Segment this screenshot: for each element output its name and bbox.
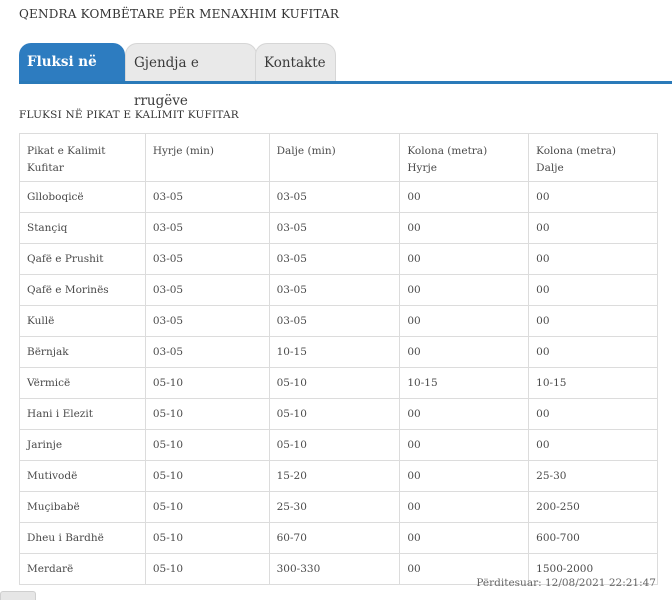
table-cell: 03-05 (268, 305, 401, 337)
border-flux-table: Pikat e Kalimit Kufitar Hyrje (min) Dalje… (19, 133, 658, 585)
table-row: Qafë e Prushit 03-05 03-05 00 00 (19, 243, 658, 275)
header-entry-min: Hyrje (min) (144, 133, 270, 182)
table-cell: 05-10 (268, 367, 401, 399)
table-row: Jarinje 05-10 05-10 00 00 (19, 429, 658, 461)
table-cell: 00 (399, 491, 530, 523)
table-cell: 00 (399, 274, 530, 306)
table-cell: 05-10 (268, 398, 401, 430)
table-cell: 00 (399, 212, 530, 244)
table-row: Dheu i Bardhë 05-10 60-70 00 600-700 (19, 522, 658, 554)
tab-gjendja-e-rrugeve[interactable]: Gjendja e rrugëve (125, 43, 257, 109)
table-cell: Dheu i Bardhë (19, 522, 146, 554)
header-queue-entry: Kolona (metra) Hyrje (399, 133, 530, 182)
table-cell: 00 (399, 460, 530, 492)
table-cell: 00 (399, 336, 530, 368)
table-cell: 00 (528, 398, 658, 430)
table-cell: 00 (399, 522, 530, 554)
table-cell: Vërmicë (19, 367, 146, 399)
section-title: FLUKSI NË PIKAT E KALIMIT KUFITAR (19, 109, 239, 121)
header-exit-min: Dalje (min) (268, 133, 401, 182)
table-cell: 03-05 (144, 305, 270, 337)
table-row: Qafë e Morinës 03-05 03-05 00 00 (19, 274, 658, 306)
tab-underline (19, 81, 672, 84)
table-cell: 03-05 (268, 243, 401, 275)
table-cell: 03-05 (268, 274, 401, 306)
table-cell: 03-05 (144, 243, 270, 275)
page-title: QENDRA KOMBËTARE PËR MENAXHIM KUFITAR (19, 7, 340, 21)
table-cell: 200-250 (528, 491, 658, 523)
table-cell: 03-05 (144, 336, 270, 368)
table-cell: 10-15 (268, 336, 401, 368)
table-cell: 00 (399, 243, 530, 275)
table-row: Muçibabë 05-10 25-30 00 200-250 (19, 491, 658, 523)
tab-bar: Fluksi në kufi Gjendja e rrugëve Kontakt… (19, 43, 672, 109)
table-cell: 600-700 (528, 522, 658, 554)
tab-fluksi-ne-kufi[interactable]: Fluksi në kufi (19, 43, 125, 108)
table-cell: 00 (528, 212, 658, 244)
table-cell: 00 (528, 336, 658, 368)
table-row: Stançiq 03-05 03-05 00 00 (19, 212, 658, 244)
table-cell: Merdarë (19, 553, 146, 585)
table-cell: Mutivodë (19, 460, 146, 492)
table-cell: 25-30 (528, 460, 658, 492)
table-cell: 03-05 (268, 212, 401, 244)
table-cell: 25-30 (268, 491, 401, 523)
last-updated-text: Përditesuar: 12/08/2021 22:21:47 (476, 577, 656, 589)
table-row: Vërmicë 05-10 05-10 10-15 10-15 (19, 367, 658, 399)
table-cell: 03-05 (144, 181, 270, 213)
table-cell: 03-05 (144, 212, 270, 244)
table-cell: Jarinje (19, 429, 146, 461)
table-cell: 03-05 (268, 181, 401, 213)
table-cell: 00 (528, 274, 658, 306)
header-crossing-point: Pikat e Kalimit Kufitar (19, 133, 146, 182)
table-cell: 10-15 (528, 367, 658, 399)
table-cell: Muçibabë (19, 491, 146, 523)
table-row: Bërnjak 03-05 10-15 00 00 (19, 336, 658, 368)
table-cell: 05-10 (144, 429, 270, 461)
table-cell: 03-05 (144, 274, 270, 306)
table-cell: 00 (528, 181, 658, 213)
table-cell: 00 (399, 429, 530, 461)
table-cell: 00 (528, 305, 658, 337)
table-cell: 05-10 (144, 553, 270, 585)
table-cell: 05-10 (268, 429, 401, 461)
table-cell: 05-10 (144, 460, 270, 492)
table-cell: 00 (399, 398, 530, 430)
table-cell: 60-70 (268, 522, 401, 554)
table-cell: 00 (528, 429, 658, 461)
table-cell: Glloboqicë (19, 181, 146, 213)
table-cell: 00 (399, 305, 530, 337)
scroll-handle[interactable] (0, 591, 36, 600)
table-row: Hani i Elezit 05-10 05-10 00 00 (19, 398, 658, 430)
table-cell: 15-20 (268, 460, 401, 492)
table-cell: 00 (399, 181, 530, 213)
table-cell: 05-10 (144, 491, 270, 523)
table-cell: Hani i Elezit (19, 398, 146, 430)
table-cell: 05-10 (144, 367, 270, 399)
table-cell: Bërnjak (19, 336, 146, 368)
table-cell: 300-330 (268, 553, 401, 585)
table-row: Kullë 03-05 03-05 00 00 (19, 305, 658, 337)
table-cell: Qafë e Prushit (19, 243, 146, 275)
table-row: Mutivodë 05-10 15-20 00 25-30 (19, 460, 658, 492)
header-queue-exit: Kolona (metra) Dalje (528, 133, 658, 182)
table-cell: 10-15 (399, 367, 530, 399)
table-cell: Kullë (19, 305, 146, 337)
table-header-row: Pikat e Kalimit Kufitar Hyrje (min) Dalje… (19, 133, 658, 182)
table-row: Glloboqicë 03-05 03-05 00 00 (19, 181, 658, 213)
table-cell: Qafë e Morinës (19, 274, 146, 306)
tab-kontakte[interactable]: Kontakte (255, 43, 336, 81)
table-cell: 05-10 (144, 522, 270, 554)
table-cell: Stançiq (19, 212, 146, 244)
table-cell: 00 (528, 243, 658, 275)
table-cell: 05-10 (144, 398, 270, 430)
